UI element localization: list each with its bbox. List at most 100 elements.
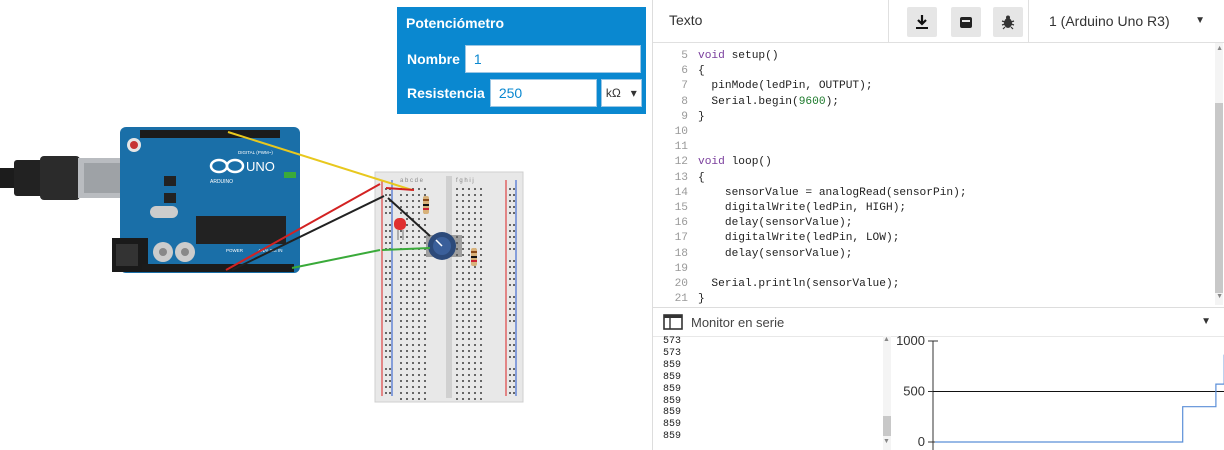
code-text: {: [698, 171, 705, 184]
editor-scroll-thumb[interactable]: [1215, 103, 1223, 293]
line-number: 6: [681, 65, 688, 78]
board-model-label: UNO: [246, 159, 275, 174]
line-number: 21: [674, 293, 688, 306]
upload-button[interactable]: [951, 7, 981, 37]
line-number: 11: [674, 141, 688, 154]
bug-icon: [1001, 15, 1015, 30]
code-text: delay(sensorValue);: [698, 247, 853, 260]
code-line[interactable]: 10: [653, 125, 967, 140]
line-number: 17: [674, 232, 688, 245]
resistor[interactable]: [471, 248, 477, 266]
chevron-down-icon[interactable]: ▼: [1201, 316, 1211, 327]
inspector-title: Potenciómetro: [406, 15, 505, 31]
code-line[interactable]: 13 {: [653, 171, 967, 186]
serial-line: 573: [663, 347, 682, 359]
plot-series-line: [935, 354, 1224, 443]
line-number: 19: [674, 262, 688, 275]
code-text: digitalWrite(ledPin, LOW);: [698, 232, 900, 245]
toolbar-divider: [1028, 0, 1029, 42]
line-number: 14: [674, 186, 688, 199]
code-line[interactable]: 6{: [653, 64, 967, 79]
line-number: 9: [681, 110, 688, 123]
code-line[interactable]: 17 digitalWrite(ledPin, LOW);: [653, 231, 967, 246]
resistance-label: Resistencia: [402, 79, 490, 107]
serial-line: 859: [663, 395, 682, 407]
code-line[interactable]: 15 digitalWrite(ledPin, HIGH);: [653, 201, 967, 216]
code-toolbar: Texto 1 (Arduino Uno R3) ▼: [653, 0, 1224, 43]
breadboard-cols-right: f g h i j: [456, 178, 474, 184]
line-number: 20: [674, 278, 688, 291]
toolbar-divider: [888, 0, 889, 42]
code-line[interactable]: 20 Serial.println(sensorValue);: [653, 277, 967, 292]
serial-output[interactable]: 573 573 859 859 859 859 859 859 859 ▲ ▼: [653, 336, 893, 450]
code-text: Serial.begin(9600);: [698, 95, 840, 108]
code-editor[interactable]: 5 void setup() 6{7 pinMode(ledPin, OUTPUT)…: [653, 43, 1224, 305]
code-text: void setup(): [698, 50, 779, 62]
scroll-down-icon[interactable]: ▼: [1216, 293, 1223, 300]
code-text: void loop(): [698, 156, 772, 169]
digital-pins-label: DIGITAL (PWM~): [238, 150, 273, 155]
chevron-down-icon: ▾: [630, 86, 637, 100]
code-panel: Texto 1 (Arduino Uno R3) ▼ 5 void setup(…: [652, 0, 1224, 450]
code-line[interactable]: 8 Serial.begin(9600);: [653, 95, 967, 110]
line-number: 16: [674, 217, 688, 230]
code-text: {: [698, 65, 705, 78]
usb-cable: [0, 156, 128, 200]
code-text: sensorValue = analogRead(sensorPin);: [698, 186, 967, 199]
potentiometer[interactable]: [426, 232, 462, 260]
board-select-value: 1 (Arduino Uno R3): [1049, 13, 1170, 29]
plot-y-tick-label: 500: [903, 384, 925, 399]
debug-button[interactable]: [993, 7, 1023, 37]
board-select[interactable]: 1 (Arduino Uno R3) ▼: [1043, 6, 1213, 36]
breadboard-cols-left: a b c d e: [400, 178, 424, 184]
scroll-down-icon[interactable]: ▼: [883, 438, 890, 445]
chevron-down-icon: ▼: [1195, 15, 1205, 26]
line-number: 5: [681, 50, 688, 62]
serial-line: 859: [663, 419, 682, 431]
serial-line: 573: [663, 336, 682, 347]
name-row: Nombre 1: [402, 45, 642, 73]
name-input[interactable]: 1: [464, 45, 641, 73]
resistance-row: Resistencia 250 kΩ ▾: [402, 79, 642, 107]
code-line[interactable]: 21}: [653, 292, 967, 307]
serial-monitor-header[interactable]: Monitor en serie ▼: [653, 307, 1224, 337]
name-label: Nombre: [402, 45, 465, 73]
code-line[interactable]: 16 delay(sensorValue);: [653, 216, 967, 231]
resistance-input[interactable]: 250: [489, 79, 597, 107]
download-button[interactable]: [907, 7, 937, 37]
code-text: delay(sensorValue);: [698, 217, 853, 230]
code-line[interactable]: 12 void loop(): [653, 155, 967, 170]
plot-y-tick-label: 0: [918, 434, 925, 449]
code-line[interactable]: 19: [653, 262, 967, 277]
circuit-canvas[interactable]: UNO ARDUINO DIGITAL (PWM~) POWER ANALOG …: [0, 0, 652, 450]
unit-value: kΩ: [605, 86, 621, 100]
scroll-up-icon[interactable]: ▲: [1216, 45, 1223, 52]
plot-y-tick-label: 1000: [896, 336, 925, 348]
code-lines[interactable]: 5 void setup() 6{7 pinMode(ledPin, OUTPUT)…: [653, 49, 967, 307]
serial-plot: 1000 500 0: [896, 336, 1224, 450]
serial-line: 859: [663, 383, 682, 395]
code-line[interactable]: 5 void setup(): [653, 49, 967, 64]
code-text: pinMode(ledPin, OUTPUT);: [698, 80, 873, 93]
code-line[interactable]: 11: [653, 140, 967, 155]
line-number: 10: [674, 126, 688, 139]
serial-line: 859: [663, 407, 682, 419]
code-line[interactable]: 14 sensorValue = analogRead(sensorPin);: [653, 186, 967, 201]
code-line[interactable]: 18 delay(sensorValue);: [653, 247, 967, 262]
serial-scroll-thumb[interactable]: [883, 416, 891, 436]
code-text: digitalWrite(ledPin, HIGH);: [698, 202, 907, 215]
code-line[interactable]: 7 pinMode(ledPin, OUTPUT);: [653, 79, 967, 94]
scroll-up-icon[interactable]: ▲: [883, 336, 890, 343]
line-number: 13: [674, 171, 688, 184]
component-inspector: Potenciómetro Nombre 1 Resistencia 250 k…: [397, 7, 646, 114]
line-number: 8: [681, 95, 688, 108]
unit-select[interactable]: kΩ ▾: [600, 79, 642, 107]
board-brand-label: ARDUINO: [210, 179, 233, 185]
serial-line: 859: [663, 359, 682, 371]
line-number: 12: [674, 156, 688, 169]
code-text: }: [698, 293, 705, 306]
code-line[interactable]: 9}: [653, 110, 967, 125]
resistor[interactable]: [423, 196, 429, 214]
download-icon: [916, 15, 928, 29]
code-mode-select[interactable]: Texto: [669, 12, 702, 28]
